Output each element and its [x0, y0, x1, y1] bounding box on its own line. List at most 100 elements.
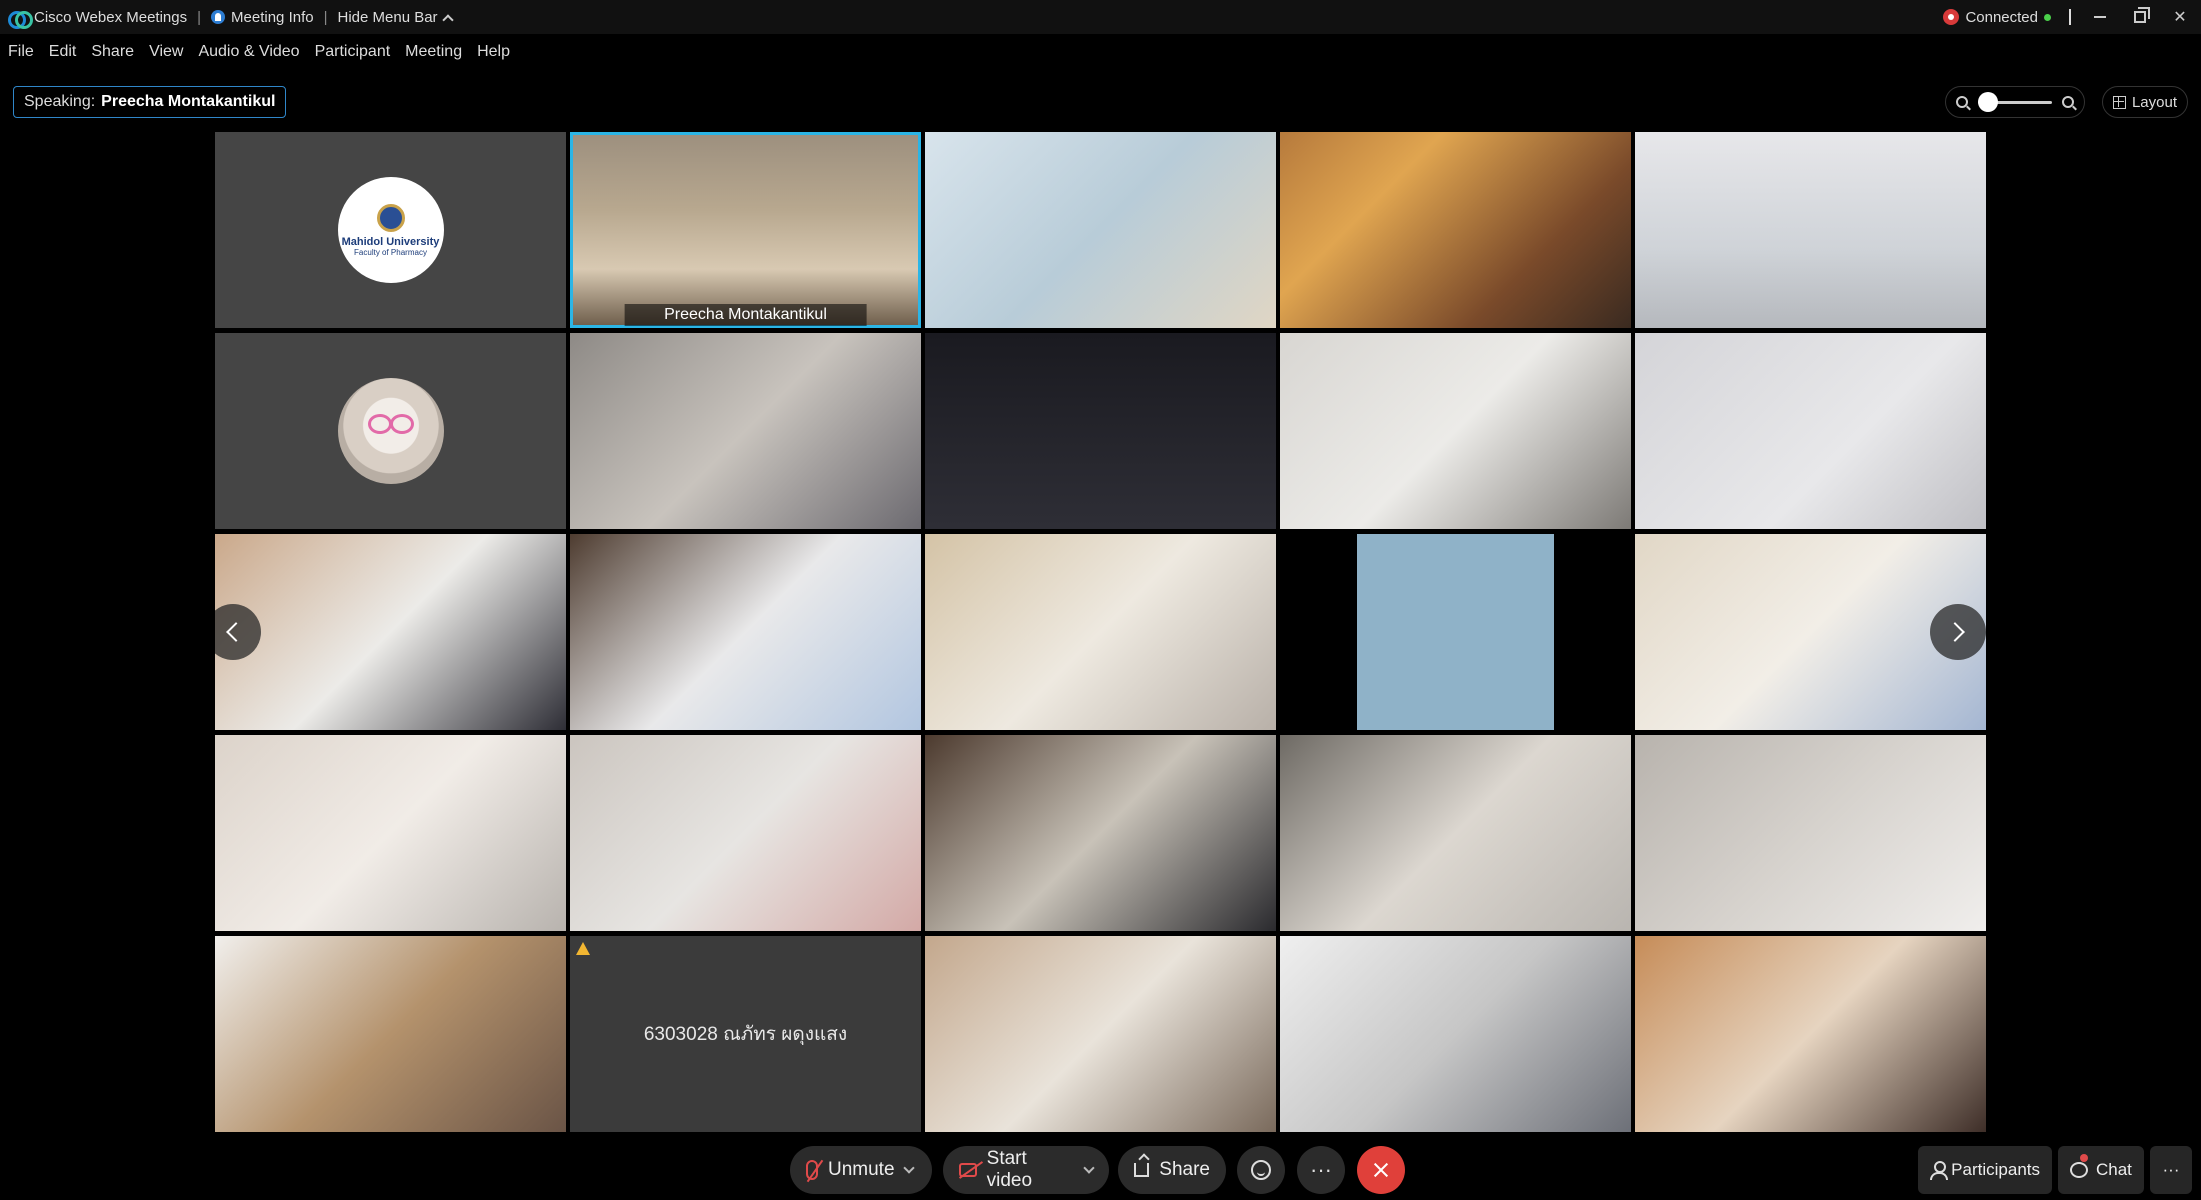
speaker-name: Preecha Montakantikul: [101, 93, 276, 110]
participants-button[interactable]: Participants: [1918, 1146, 2052, 1194]
video-tile-active-speaker[interactable]: Preecha Montakantikul: [570, 132, 921, 328]
video-tile[interactable]: [1280, 132, 1631, 328]
video-tile-university-logo[interactable]: Mahidol University Faculty of Pharmacy: [215, 132, 566, 328]
meeting-info-icon: [211, 10, 226, 24]
unmute-button[interactable]: Unmute: [790, 1146, 932, 1194]
video-tile[interactable]: [925, 735, 1276, 931]
video-tile[interactable]: [215, 735, 566, 931]
share-button[interactable]: Share: [1118, 1146, 1226, 1194]
participants-icon: [1930, 1161, 1949, 1180]
more-options-button[interactable]: ···: [1297, 1146, 1345, 1194]
cat-avatar-icon: [337, 378, 444, 484]
speaking-indicator: Speaking: Preecha Montakantikul: [13, 86, 287, 118]
video-tile[interactable]: [1280, 534, 1631, 730]
muted-mic-icon: [806, 1160, 818, 1180]
title-bar: Cisco Webex Meetings | Meeting Info | Hi…: [0, 0, 2201, 34]
video-tile[interactable]: [1635, 534, 1986, 730]
close-icon: ✕: [2173, 9, 2187, 26]
reactions-button[interactable]: [1237, 1146, 1285, 1194]
share-icon: [1134, 1163, 1150, 1177]
separator: |: [197, 8, 202, 26]
video-tile[interactable]: [1635, 333, 1986, 529]
more-icon: ···: [1310, 1157, 1332, 1182]
video-tile[interactable]: [925, 132, 1276, 328]
hide-menu-bar-button[interactable]: Hide Menu Bar: [337, 8, 454, 26]
video-zoom-control: [1945, 86, 2085, 118]
zoom-slider-knob[interactable]: [1978, 91, 1998, 112]
meeting-controls: Unmute Start video Share ··· Participant…: [0, 1140, 2201, 1200]
meeting-info-button[interactable]: Meeting Info: [211, 9, 314, 26]
video-grid: Mahidol University Faculty of Pharmacy P…: [215, 132, 1986, 1134]
connection-status-label: Connected: [1965, 8, 2038, 26]
video-tile[interactable]: [570, 333, 921, 529]
chat-icon: [2070, 1162, 2088, 1178]
start-video-button[interactable]: Start video: [943, 1146, 1109, 1194]
separator: [2069, 9, 2071, 25]
chat-button[interactable]: Chat: [2058, 1146, 2144, 1194]
video-tile[interactable]: [215, 936, 566, 1132]
zoom-in-icon[interactable]: [2062, 96, 2074, 108]
menu-bar: File Edit Share View Audio & Video Parti…: [0, 38, 510, 66]
active-speaker-name-label: Preecha Montakantikul: [624, 304, 867, 326]
restore-button[interactable]: [2129, 6, 2151, 28]
menu-view[interactable]: View: [149, 43, 183, 61]
video-tile[interactable]: [1280, 936, 1631, 1132]
menu-share[interactable]: Share: [91, 43, 134, 61]
video-tile-screen[interactable]: [925, 333, 1276, 529]
app-title: Cisco Webex Meetings: [8, 8, 188, 29]
emoji-icon: [1251, 1160, 1271, 1180]
chat-label: Chat: [2096, 1160, 2132, 1179]
chevron-down-icon[interactable]: [902, 1161, 915, 1174]
participant-name-text: 6303028 ณภัทร ผดุงแสง: [643, 1024, 848, 1045]
minimize-icon: [2094, 16, 2106, 18]
hide-menu-bar-label: Hide Menu Bar: [337, 8, 438, 26]
speaking-prefix: Speaking:: [24, 93, 96, 110]
university-name: Mahidol University: [341, 235, 440, 248]
video-tile[interactable]: [1635, 132, 1986, 328]
chevron-right-icon: [1945, 622, 1965, 642]
video-tile[interactable]: [215, 534, 566, 730]
video-off-icon: [959, 1163, 977, 1177]
chevron-down-icon[interactable]: [1083, 1161, 1095, 1174]
start-video-label: Start video: [986, 1148, 1033, 1191]
menu-meeting[interactable]: Meeting: [405, 43, 462, 61]
panel-options-button[interactable]: ···: [2150, 1146, 2192, 1194]
close-window-button[interactable]: ✕: [2169, 6, 2191, 28]
layout-button[interactable]: Layout: [2102, 86, 2188, 118]
previous-page-button[interactable]: [215, 604, 261, 660]
university-seal-icon: [376, 203, 405, 232]
menu-file[interactable]: File: [8, 43, 34, 61]
next-page-button[interactable]: [1930, 604, 1986, 660]
share-label: Share: [1159, 1159, 1210, 1180]
video-tile[interactable]: [1280, 735, 1631, 931]
menu-help[interactable]: Help: [477, 43, 510, 61]
unmute-label: Unmute: [828, 1159, 895, 1180]
separator: |: [323, 8, 328, 26]
video-tile[interactable]: [1635, 936, 1986, 1132]
menu-participant[interactable]: Participant: [315, 43, 391, 61]
video-tile[interactable]: [1635, 735, 1986, 931]
menu-audio-video[interactable]: Audio & Video: [198, 43, 299, 61]
chat-notification-badge: [2080, 1154, 2088, 1162]
video-tile[interactable]: [925, 534, 1276, 730]
video-tile[interactable]: [1280, 333, 1631, 529]
connected-dot-icon: [2044, 13, 2051, 21]
participants-label: Participants: [1951, 1160, 2040, 1179]
video-tile[interactable]: [570, 534, 921, 730]
video-tile-cat-avatar[interactable]: [215, 333, 566, 529]
video-tile[interactable]: [925, 936, 1276, 1132]
connection-status[interactable]: Connected: [1943, 9, 2051, 26]
close-icon: [1372, 1161, 1390, 1179]
layout-label: Layout: [2131, 93, 2178, 111]
warning-icon: [576, 942, 590, 955]
chevron-left-icon: [226, 622, 246, 642]
menu-edit[interactable]: Edit: [49, 43, 77, 61]
zoom-slider[interactable]: [1978, 91, 2052, 112]
app-name: Cisco Webex Meetings: [34, 8, 188, 26]
video-tile-no-video[interactable]: 6303028 ณภัทร ผดุงแสง: [570, 936, 921, 1132]
minimize-button[interactable]: [2089, 6, 2111, 28]
more-icon: ···: [2162, 1160, 2180, 1179]
video-tile[interactable]: [570, 735, 921, 931]
leave-meeting-button[interactable]: [1357, 1146, 1405, 1194]
zoom-out-icon[interactable]: [1956, 96, 1968, 108]
